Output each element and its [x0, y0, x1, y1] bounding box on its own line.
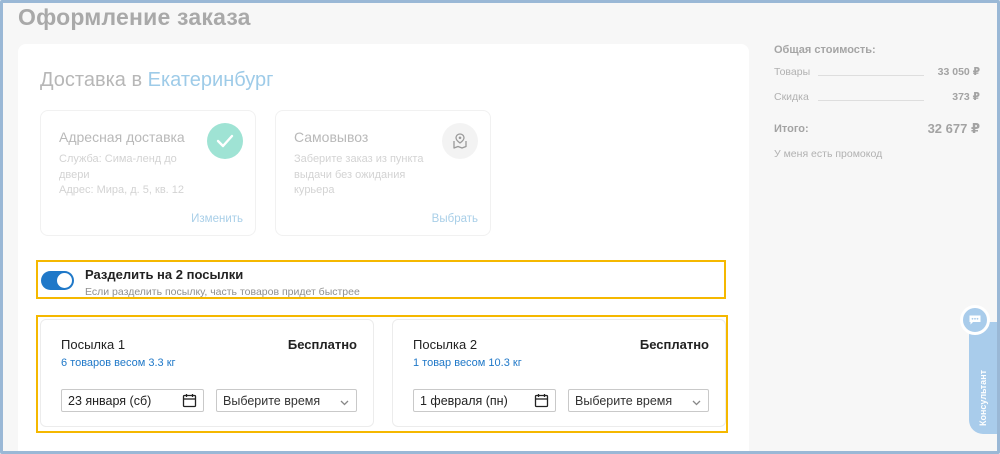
delivery-heading-prefix: Доставка в: [40, 69, 143, 91]
summary-title: Общая стоимость:: [774, 44, 876, 56]
delivery-option-address[interactable]: Адресная доставка Служба: Сима-ленд до д…: [40, 110, 256, 236]
toggle-knob: [57, 273, 72, 288]
check-icon: [207, 123, 243, 159]
summary-discount-row: Скидка 373 ₽: [774, 91, 980, 105]
parcel-items-link[interactable]: 6 товаров весом 3.3 кг: [61, 357, 176, 369]
consultant-tab[interactable]: Консультант: [969, 322, 997, 434]
parcel-card-1: Посылка 1 Бесплатно 6 товаров весом 3.3 …: [40, 319, 374, 427]
option-description: Заберите заказ из пункта выдачи без ожид…: [294, 153, 424, 196]
change-address-link[interactable]: Изменить: [191, 213, 243, 225]
delivery-heading: Доставка в Екатеринбург: [40, 69, 273, 92]
time-select[interactable]: Выберите время: [216, 389, 357, 412]
goods-label: Товары: [774, 66, 815, 78]
city-link[interactable]: Екатеринбург: [148, 69, 274, 91]
date-picker[interactable]: 23 января (сб): [61, 389, 204, 412]
map-pin-icon: [442, 123, 478, 159]
discount-value: 373 ₽: [948, 91, 980, 103]
parcel-items-link[interactable]: 1 товар весом 10.3 кг: [413, 357, 522, 369]
split-title: Разделить на 2 посылки: [85, 267, 244, 282]
option-title: Самовывоз: [294, 129, 369, 145]
split-parcels-section: Разделить на 2 посылки Если разделить по…: [36, 260, 726, 299]
consultant-label: Консультант: [978, 369, 988, 427]
calendar-icon[interactable]: [534, 393, 549, 413]
summary-goods-row: Товары 33 050 ₽: [774, 66, 980, 80]
chevron-down-icon: [339, 395, 350, 413]
total-value: 32 677 ₽: [927, 121, 980, 136]
option-description: Служба: Сима-ленд до двери Адрес: Мира, …: [59, 152, 201, 199]
summary-total-row: Итого: 32 677 ₽: [774, 121, 980, 139]
discount-label: Скидка: [774, 91, 813, 103]
date-value: 23 января (сб): [68, 394, 152, 408]
parcel-price: Бесплатно: [287, 337, 357, 352]
time-select[interactable]: Выберите время: [568, 389, 709, 412]
dotted-leader: [818, 100, 924, 101]
parcels-section: Посылка 1 Бесплатно 6 товаров весом 3.3 …: [36, 315, 728, 433]
time-placeholder: Выберите время: [223, 394, 321, 408]
calendar-icon[interactable]: [182, 393, 197, 413]
select-pickup-link[interactable]: Выбрать: [432, 213, 478, 225]
page-title: Оформление заказа: [18, 4, 251, 30]
dotted-leader: [818, 75, 924, 76]
promo-code-link[interactable]: У меня есть промокод: [774, 148, 882, 160]
split-toggle[interactable]: [41, 271, 74, 290]
delivery-option-pickup[interactable]: Самовывоз Заберите заказ из пункта выдач…: [275, 110, 491, 236]
date-picker[interactable]: 1 февраля (пн): [413, 389, 556, 412]
option-title: Адресная доставка: [59, 129, 185, 145]
date-value: 1 февраля (пн): [420, 394, 508, 408]
time-placeholder: Выберите время: [575, 394, 673, 408]
parcel-title: Посылка 1: [61, 337, 126, 352]
parcel-title: Посылка 2: [413, 337, 478, 352]
goods-value: 33 050 ₽: [933, 66, 980, 78]
parcel-card-2: Посылка 2 Бесплатно 1 товар весом 10.3 к…: [392, 319, 726, 427]
total-label: Итого:: [774, 123, 809, 135]
option-service-line: Служба: Сима-ленд до двери: [59, 153, 177, 181]
chat-icon[interactable]: [960, 305, 990, 335]
parcel-price: Бесплатно: [639, 337, 709, 352]
option-address-line: Адрес: Мира, д. 5, кв. 12: [59, 184, 185, 196]
split-subtitle: Если разделить посылку, часть товаров пр…: [85, 286, 360, 298]
chevron-down-icon: [691, 395, 702, 413]
